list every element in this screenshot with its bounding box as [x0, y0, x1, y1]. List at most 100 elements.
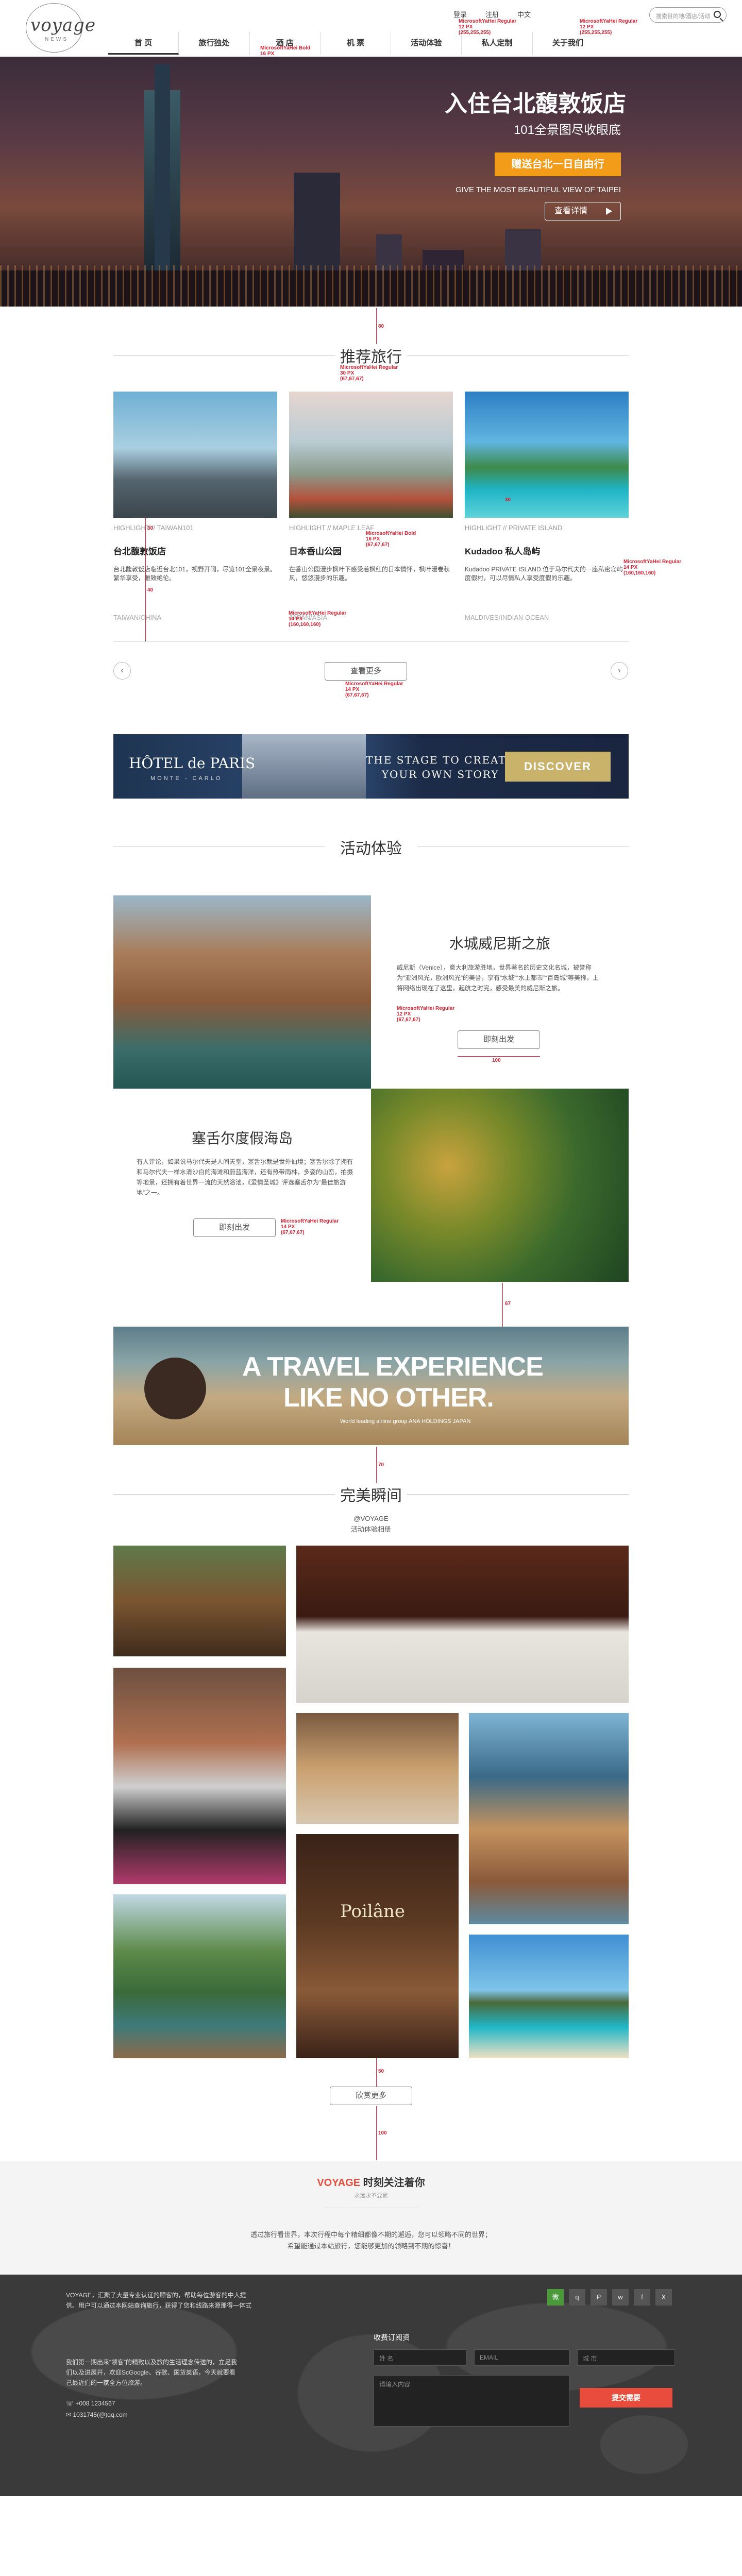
- hero-english-caption: GIVE THE MOST BEAUTIFUL VIEW OF TAIPEI: [456, 185, 621, 194]
- pinterest-icon[interactable]: P: [591, 2289, 607, 2306]
- email-field[interactable]: EMAIL: [474, 2349, 569, 2366]
- view-more-button[interactable]: 查看更多: [325, 662, 407, 681]
- see-more-button[interactable]: 欣赏更多: [330, 2087, 412, 2105]
- venice-photo[interactable]: [113, 895, 371, 1089]
- spec-annotation: MicrosoftYaHei Regular 12 PX (255,255,25…: [459, 19, 517, 36]
- hero-banner: 入住台北馥敦饭店 101全景图尽收眼底 赠送台北一日自由行 GIVE THE M…: [0, 57, 742, 307]
- spacing-label: 80: [378, 324, 384, 329]
- footer-about: VOYAGE，汇聚了大量专业认证的顾客的，帮助每位游客的中人提供。用户可以通过本…: [66, 2292, 251, 2309]
- prev-arrow-button[interactable]: ‹: [113, 662, 131, 680]
- submit-button[interactable]: 提交需要: [580, 2388, 672, 2408]
- discover-button[interactable]: DISCOVER: [505, 752, 611, 782]
- nav-travel[interactable]: 旅行独处: [179, 32, 250, 55]
- card-desc: 台北馥敦饭店临近台北101，视野开阔，尽览101全景夜景。繁华享受，雅致绝伦。: [113, 566, 277, 582]
- follow-body: 希望能通过本站旅行，您能够更加的领略到不期的惊喜！: [287, 2242, 455, 2250]
- spacing-label: 100: [378, 2130, 387, 2136]
- card-location: TAIWAN/CHINA: [113, 614, 162, 621]
- seychelles-photo[interactable]: [371, 1089, 629, 1282]
- depart-button[interactable]: 即刻出发: [458, 1030, 540, 1049]
- card-image-taipei[interactable]: [113, 392, 277, 518]
- nav-flight[interactable]: 机 票: [321, 32, 392, 55]
- follow-body: 透过旅行看世界，本次行程中每个精细都像不期的邂逅，您可以领略不同的世界；: [250, 2231, 492, 2239]
- spec-annotation: MicrosoftYaHei Regular 12 PX (255,255,25…: [580, 19, 638, 36]
- card-desc: Kudadoo PRIVATE ISLAND 位于马尔代夫的一座私密岛屿度假村，…: [465, 566, 623, 582]
- gallery-photo[interactable]: [113, 1546, 286, 1656]
- spacing-label: 100: [492, 1058, 501, 1063]
- gallery-photo[interactable]: [113, 1894, 286, 2058]
- hero-details-button[interactable]: 查看详情: [545, 202, 621, 221]
- activity-title: 塞舌尔度假海岛: [191, 1130, 293, 1146]
- banner-caption: World leading airline group ANA HOLDINGS…: [340, 1418, 471, 1425]
- follow-section: VOYAGE 时刻关注着你 永远永不要累 透过旅行看世界，本次行程中每个精细都像…: [0, 2161, 742, 2275]
- follow-title: VOYAGE 时刻关注着你: [0, 2174, 742, 2189]
- search-icon[interactable]: [714, 11, 721, 18]
- nav-home[interactable]: 首 页: [108, 32, 179, 55]
- card-image-maple[interactable]: [289, 392, 453, 518]
- top-links: 登录 注册 中文: [453, 9, 531, 19]
- activity-title: 水城威尼斯之旅: [449, 936, 550, 952]
- gallery-photo[interactable]: [296, 1546, 629, 1703]
- phone-number: +008 1234567: [75, 2400, 115, 2407]
- moments-subtitle: 活动体验相册: [350, 1526, 391, 1533]
- hotel-photo: [242, 734, 366, 799]
- spacing-label: 50: [378, 2069, 384, 2074]
- hero-subtitle: 101全景图尽收眼底: [513, 123, 621, 137]
- logo[interactable]: voyage NEWS: [26, 3, 95, 53]
- banner-line2: LIKE NO OTHER.: [283, 1383, 494, 1413]
- site-header: voyage NEWS 登录 注册 中文 搜索目的地/酒店/活动 首 页 旅行独…: [0, 0, 742, 57]
- gallery-photo[interactable]: [469, 1713, 629, 1924]
- gallery-photo[interactable]: [296, 1713, 459, 1824]
- follow-subtitle: 永远永不要累: [354, 2193, 388, 2199]
- wechat-icon[interactable]: 微: [547, 2289, 564, 2306]
- card-name[interactable]: 台北馥敦饭店: [113, 544, 277, 557]
- gallery-photo[interactable]: [469, 1935, 629, 2058]
- recommend-card[interactable]: HIGHLIGHT // PRIVATE ISLAND Kudadoo 私人岛屿…: [465, 392, 629, 621]
- hotel-paris-ad[interactable]: HÔTEL de PARIS MONTE - CARLO THE STAGE T…: [113, 734, 629, 799]
- gallery-photo[interactable]: [113, 1668, 286, 1884]
- follow-title-text: 时刻关注着你: [360, 2177, 425, 2189]
- login-link[interactable]: 登录: [453, 9, 467, 19]
- name-field[interactable]: 姓 名: [374, 2349, 466, 2366]
- message-field[interactable]: 请输入内容: [374, 2375, 569, 2427]
- logo-text: voyage: [30, 15, 96, 36]
- search-input[interactable]: 搜索目的地/酒店/活动: [649, 7, 727, 23]
- moments-handle: @VOYAGE: [353, 1515, 389, 1522]
- site-footer: VOYAGE，汇聚了大量专业认证的顾客的，帮助每位游客的中人提供。用户可以通过本…: [0, 2275, 742, 2496]
- spec-annotation: MicrosoftYaHei Bold 16 PX (67,67,67): [366, 531, 416, 548]
- spacing-label: 30: [505, 497, 511, 503]
- twitter-icon[interactable]: X: [655, 2289, 672, 2306]
- next-arrow-button[interactable]: ›: [611, 662, 628, 680]
- qq-icon[interactable]: q: [569, 2289, 585, 2306]
- spec-annotation: MicrosoftYaHei Regular 12 PX (67,67,67): [397, 1006, 455, 1023]
- city-field[interactable]: 城 市: [577, 2349, 675, 2366]
- hero-promo-badge[interactable]: 赠送台北一日自由行: [495, 152, 621, 176]
- card-image-island[interactable]: [465, 392, 629, 518]
- gallery-photo-poilane[interactable]: Poilâne: [296, 1834, 459, 2058]
- spacing-guide: [502, 1283, 503, 1327]
- spacing-guide: [145, 518, 146, 641]
- depart-button[interactable]: 即刻出发: [193, 1218, 276, 1237]
- recommend-card[interactable]: HIGHLIGHT // TAIWAN101 台北馥敦饭店 台北馥敦饭店临近台北…: [113, 392, 277, 621]
- divider: [113, 641, 629, 642]
- register-link[interactable]: 注册: [485, 9, 499, 19]
- card-name[interactable]: Kudadoo 私人岛屿: [465, 544, 629, 557]
- spacing-guide: [376, 2058, 377, 2087]
- recommend-card[interactable]: HIGHLIGHT // MAPLE LEAF 日本香山公园 在香山公园漫步枫叶…: [289, 392, 453, 621]
- spacing-label: 30: [147, 526, 154, 531]
- banner-line1: A TRAVEL EXPERIENCE: [242, 1352, 544, 1382]
- spec-annotation: MicrosoftYaHei Regular 14 PX (160,160,16…: [623, 559, 682, 576]
- recommend-title: 推荐旅行: [340, 349, 402, 366]
- spacing-guide: [376, 2106, 377, 2160]
- hero-details-label: 查看详情: [554, 207, 588, 215]
- facebook-icon[interactable]: f: [634, 2289, 650, 2306]
- language-link[interactable]: 中文: [517, 9, 531, 19]
- logo-sub: NEWS: [45, 37, 69, 42]
- divider: [113, 355, 335, 356]
- spacing-label: 40: [147, 587, 154, 593]
- travel-experience-banner[interactable]: A TRAVEL EXPERIENCE LIKE NO OTHER. World…: [113, 1327, 629, 1445]
- card-category: HIGHLIGHT // PRIVATE ISLAND: [465, 524, 563, 532]
- email-address: 1031745(@)qq.com: [73, 2411, 128, 2418]
- weibo-icon[interactable]: w: [612, 2289, 629, 2306]
- camel-rider: [144, 1358, 206, 1419]
- nav-activities[interactable]: 活动体验: [391, 32, 462, 55]
